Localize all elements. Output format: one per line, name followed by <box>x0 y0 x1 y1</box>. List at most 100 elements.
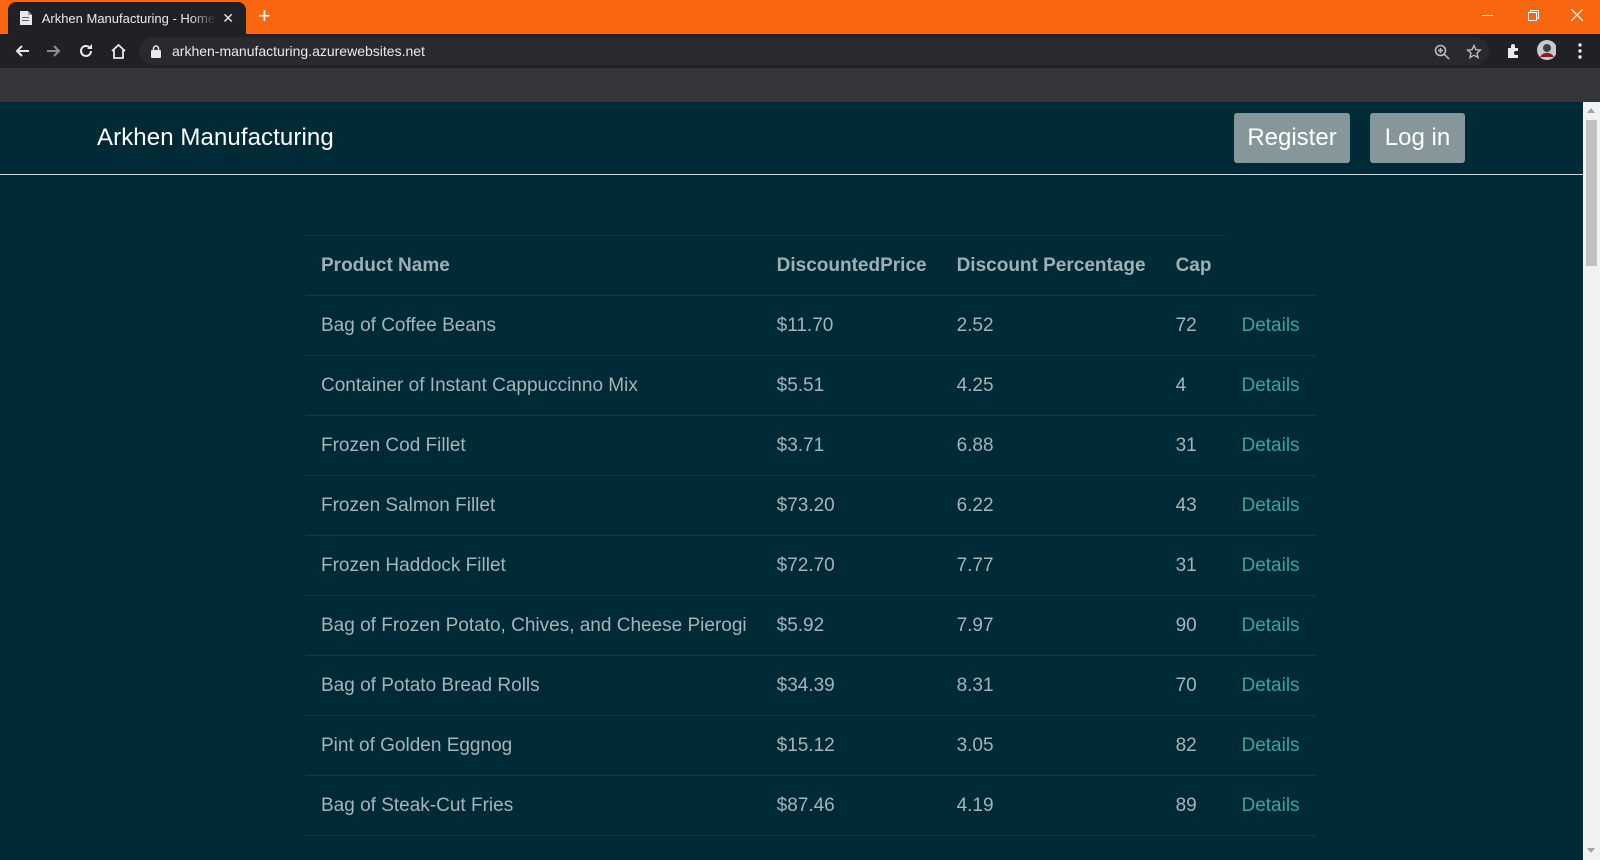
menu-kebab-icon[interactable] <box>1570 41 1590 61</box>
extensions-icon[interactable] <box>1503 41 1523 61</box>
table-row: Frozen Cod Fillet $3.71 6.88 31 Details <box>306 415 1315 476</box>
column-header-discount-percentage: Discount Percentage <box>941 235 1161 296</box>
products-table: Product Name DiscountedPrice Discount Pe… <box>306 235 1315 836</box>
details-link[interactable]: Details <box>1241 495 1299 516</box>
column-header-discounted-price: DiscountedPrice <box>761 235 942 296</box>
cap: 72 <box>1160 295 1227 356</box>
page-icon <box>18 10 34 26</box>
discounted-price: $3.71 <box>761 415 942 476</box>
cap: 90 <box>1160 595 1227 656</box>
table-row: Bag of Coffee Beans $11.70 2.52 72 Detai… <box>306 295 1315 356</box>
cap: 82 <box>1160 715 1227 776</box>
scroll-up-icon[interactable] <box>1587 108 1595 113</box>
discount-percentage: 4.25 <box>941 355 1161 416</box>
product-name: Container of Instant Cappuccinno Mix <box>306 355 762 416</box>
scrollbar-thumb[interactable] <box>1586 120 1597 266</box>
discounted-price: $34.39 <box>761 655 942 716</box>
site-navbar: Arkhen Manufacturing Register Log in <box>0 102 1583 175</box>
column-header-product-name: Product Name <box>306 235 762 296</box>
browser-tab[interactable]: Arkhen Manufacturing - Home Page ✕ <box>8 2 246 34</box>
new-tab-icon[interactable]: + <box>258 5 271 27</box>
discount-percentage: 2.52 <box>941 295 1161 356</box>
login-button[interactable]: Log in <box>1370 113 1465 163</box>
table-row: Container of Instant Cappuccinno Mix $5.… <box>306 355 1315 416</box>
details-link[interactable]: Details <box>1241 555 1299 576</box>
discounted-price: $73.20 <box>761 475 942 536</box>
discount-percentage: 6.22 <box>941 475 1161 536</box>
table-row: Pint of Golden Eggnog $15.12 3.05 82 Det… <box>306 715 1315 776</box>
discount-percentage: 7.77 <box>941 535 1161 596</box>
scroll-down-icon[interactable] <box>1587 848 1595 853</box>
discount-percentage: 3.05 <box>941 715 1161 776</box>
product-name: Frozen Salmon Fillet <box>306 475 762 536</box>
details-link[interactable]: Details <box>1241 795 1299 816</box>
details-link[interactable]: Details <box>1241 375 1299 396</box>
discount-percentage: 4.19 <box>941 775 1161 836</box>
table-header-row: Product Name DiscountedPrice Discount Pe… <box>306 235 1315 296</box>
product-name: Frozen Haddock Fillet <box>306 535 762 596</box>
address-bar[interactable]: arkhen-manufacturing.azurewebsites.net <box>139 37 1489 65</box>
bookmark-star-icon[interactable] <box>1465 43 1483 61</box>
discounted-price: $11.70 <box>761 295 942 356</box>
product-name: Bag of Coffee Beans <box>306 295 762 356</box>
discount-percentage: 7.97 <box>941 595 1161 656</box>
discounted-price: $87.46 <box>761 775 942 836</box>
details-link[interactable]: Details <box>1241 435 1299 456</box>
cap: 4 <box>1160 355 1227 416</box>
register-button[interactable]: Register <box>1234 113 1350 163</box>
page-content: Arkhen Manufacturing Register Log in Pro… <box>0 102 1583 860</box>
details-cell: Details <box>1226 355 1315 416</box>
zoom-icon[interactable] <box>1433 43 1451 61</box>
details-link[interactable]: Details <box>1241 315 1299 336</box>
cap: 31 <box>1160 535 1227 596</box>
minimize-icon[interactable] <box>1464 0 1510 30</box>
browser-tab-strip: Arkhen Manufacturing - Home Page ✕ + <box>0 0 1600 34</box>
cap: 43 <box>1160 475 1227 536</box>
forward-icon[interactable] <box>44 41 64 61</box>
details-cell: Details <box>1226 715 1315 776</box>
cap: 70 <box>1160 655 1227 716</box>
back-icon[interactable] <box>12 41 32 61</box>
table-row: Frozen Salmon Fillet $73.20 6.22 43 Deta… <box>306 475 1315 536</box>
restore-icon[interactable] <box>1510 0 1556 30</box>
close-window-icon[interactable] <box>1554 0 1600 30</box>
column-header-cap: Cap <box>1160 235 1227 296</box>
close-tab-icon[interactable]: ✕ <box>220 10 236 27</box>
table-row: Frozen Haddock Fillet $72.70 7.77 31 Det… <box>306 535 1315 596</box>
product-name: Bag of Frozen Potato, Chives, and Cheese… <box>306 595 762 656</box>
cap: 89 <box>1160 775 1227 836</box>
details-cell: Details <box>1226 655 1315 716</box>
product-name: Pint of Golden Eggnog <box>306 715 762 776</box>
details-cell: Details <box>1226 595 1315 656</box>
discounted-price: $72.70 <box>761 535 942 596</box>
product-name: Bag of Steak-Cut Fries <box>306 775 762 836</box>
discount-percentage: 8.31 <box>941 655 1161 716</box>
profile-avatar-icon[interactable] <box>1536 40 1556 60</box>
reload-icon[interactable] <box>76 41 96 61</box>
details-cell: Details <box>1226 535 1315 596</box>
table-row: Bag of Potato Bread Rolls $34.39 8.31 70… <box>306 655 1315 716</box>
discounted-price: $5.92 <box>761 595 942 656</box>
product-name: Frozen Cod Fillet <box>306 415 762 476</box>
browser-toolbar: arkhen-manufacturing.azurewebsites.net <box>0 34 1600 68</box>
cap: 31 <box>1160 415 1227 476</box>
page-scrollbar[interactable] <box>1583 102 1600 860</box>
details-cell: Details <box>1226 295 1315 356</box>
table-row: Bag of Steak-Cut Fries $87.46 4.19 89 De… <box>306 775 1315 836</box>
details-cell: Details <box>1226 775 1315 836</box>
details-cell: Details <box>1226 475 1315 536</box>
home-icon[interactable] <box>108 41 128 61</box>
bookmarks-bar <box>0 68 1600 102</box>
details-link[interactable]: Details <box>1241 675 1299 696</box>
discounted-price: $5.51 <box>761 355 942 416</box>
url-text: arkhen-manufacturing.azurewebsites.net <box>172 43 425 59</box>
brand-link[interactable]: Arkhen Manufacturing <box>97 124 334 152</box>
product-name: Bag of Potato Bread Rolls <box>306 655 762 716</box>
details-cell: Details <box>1226 415 1315 476</box>
details-link[interactable]: Details <box>1241 735 1299 756</box>
lock-icon <box>151 44 163 58</box>
column-header-actions <box>1226 236 1314 296</box>
discount-percentage: 6.88 <box>941 415 1161 476</box>
tab-title: Arkhen Manufacturing - Home Page <box>41 10 217 26</box>
details-link[interactable]: Details <box>1241 615 1299 636</box>
